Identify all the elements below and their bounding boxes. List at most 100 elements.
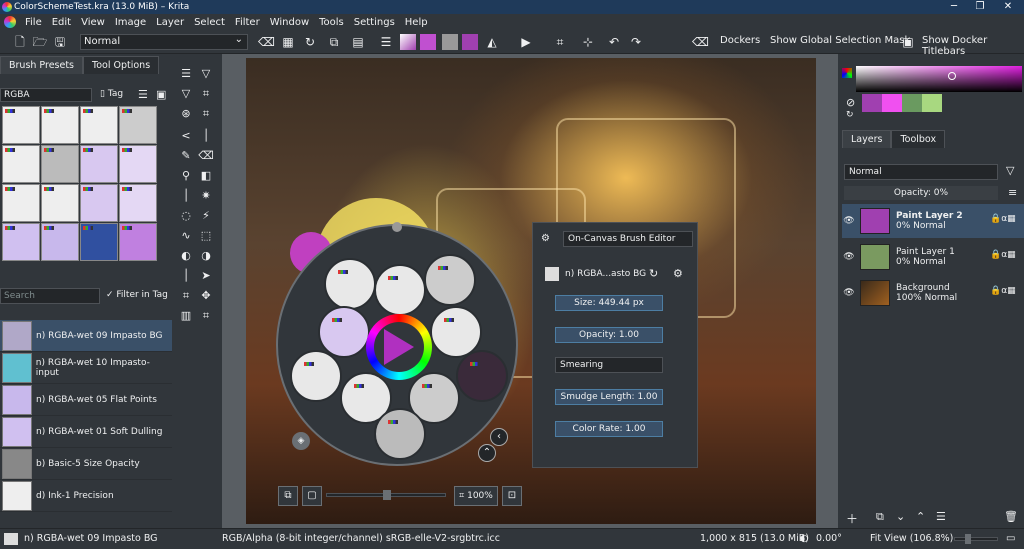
layer-row[interactable]: 👁 Paint Layer 2 0% Normal 🔒α▦	[842, 204, 1024, 238]
crop-icon[interactable]: ⌗	[552, 34, 568, 50]
layer-filter-icon[interactable]: ▽	[1006, 164, 1014, 177]
status-fit-view[interactable]: Fit View (106.8%)	[870, 529, 953, 549]
preset-options-icon[interactable]: ⚙	[673, 267, 683, 280]
ellipse-select-icon[interactable]: ◌	[178, 208, 194, 224]
tab-layers[interactable]: Layers	[842, 130, 892, 148]
brush-settings-icon[interactable]: ☰	[378, 34, 394, 50]
blend-mode-select[interactable]: Normal	[80, 33, 248, 50]
list-item[interactable]: n) RGBA-wet 01 Soft Dulling	[0, 416, 172, 448]
pointer-icon[interactable]: ➤	[198, 268, 214, 284]
color-selector-icon[interactable]	[842, 68, 852, 78]
redo-icon[interactable]: ↷	[628, 34, 644, 50]
layer-opacity-slider[interactable]: Opacity: 0%	[844, 186, 998, 200]
brush-preset-icon[interactable]	[400, 34, 416, 50]
lock-icon[interactable]: 🔒α▦	[990, 286, 1016, 296]
color-cursor-icon[interactable]	[948, 72, 956, 80]
palette-brush-slot[interactable]	[374, 264, 426, 316]
new-document-icon[interactable]: 🗋	[12, 34, 28, 50]
preset-thumb[interactable]	[41, 106, 79, 144]
preset-thumb[interactable]	[80, 145, 118, 183]
contiguous-select-icon[interactable]: ◐	[178, 248, 194, 264]
menu-help[interactable]: Help	[400, 17, 433, 28]
maximize-icon[interactable]: ❐	[966, 0, 994, 14]
preset-thumb[interactable]	[119, 223, 157, 261]
similar-select-icon[interactable]: ◑	[198, 248, 214, 264]
menu-select[interactable]: Select	[189, 17, 230, 28]
palette-brush-slot[interactable]	[424, 254, 476, 306]
color-triangle[interactable]	[384, 329, 414, 365]
preset-thumb[interactable]	[80, 184, 118, 222]
preset-thumb[interactable]	[119, 184, 157, 222]
lock-icon[interactable]: 🔒α▦	[990, 250, 1016, 260]
reload-preset-icon[interactable]: ↻	[649, 267, 658, 280]
dockers-button[interactable]: Dockers	[720, 35, 760, 46]
filter-in-tag-checkbox[interactable]: ✓ Filter in Tag	[106, 290, 168, 300]
lasso-icon[interactable]: ∿	[178, 228, 194, 244]
preset-thumb[interactable]	[119, 106, 157, 144]
palette-handle-icon[interactable]	[392, 222, 402, 232]
color-wheel[interactable]	[366, 314, 432, 380]
palette-brush-slot[interactable]	[324, 258, 376, 310]
list-item[interactable]: n) RGBA-wet 09 Impasto BG	[0, 320, 172, 352]
reload-preset-icon[interactable]: ↻	[302, 34, 318, 50]
preset-thumb[interactable]	[41, 145, 79, 183]
menu-layer[interactable]: Layer	[151, 17, 189, 28]
palette-brush-slot[interactable]	[290, 350, 342, 402]
editor-settings-icon[interactable]: ⚙	[541, 233, 550, 244]
reset-colors-icon[interactable]: ↻	[846, 110, 854, 120]
zoom-slider[interactable]	[326, 490, 446, 500]
move-down-icon[interactable]: ⌄	[896, 510, 905, 523]
paste-icon[interactable]: ▤	[350, 34, 366, 50]
palette-brush-slot[interactable]	[318, 306, 370, 358]
minimize-icon[interactable]: ─	[940, 0, 968, 14]
eraser-icon[interactable]: ⌫	[198, 148, 214, 164]
recent-color-swatch[interactable]	[882, 94, 902, 112]
preset-thumb[interactable]	[119, 145, 157, 183]
preserve-alpha-icon[interactable]: ▦	[280, 34, 296, 50]
tag-selector-icon[interactable]: ◈	[292, 432, 310, 450]
recent-color-swatch[interactable]	[922, 94, 942, 112]
mirror-horizontal-icon[interactable]: ◭	[484, 34, 500, 50]
clear-icon[interactable]: ⌫	[692, 34, 709, 50]
assistant-icon[interactable]: ✷	[198, 188, 214, 204]
measure-icon[interactable]: │	[178, 188, 194, 204]
tab-brush-presets[interactable]: Brush Presets	[0, 56, 84, 74]
fill-icon[interactable]: ◧	[198, 168, 214, 184]
wrap-around-icon[interactable]: ⊹	[580, 34, 596, 50]
filter-icon[interactable]: ▽	[198, 66, 214, 82]
eye-icon[interactable]: 👁	[842, 288, 856, 298]
palette-brush-slot[interactable]	[374, 408, 426, 460]
gradient-icon[interactable]: ▥	[178, 308, 194, 324]
fullscreen-icon[interactable]: ▭	[1006, 529, 1015, 549]
text-icon[interactable]: ▽	[178, 86, 194, 102]
eyedropper-icon[interactable]: ⚲	[178, 168, 194, 184]
list-item[interactable]: n) RGBA-wet 05 Flat Points	[0, 384, 172, 416]
preset-thumb[interactable]	[2, 106, 40, 144]
menu-edit[interactable]: Edit	[47, 17, 76, 28]
select-shapes-icon[interactable]: ☰	[178, 66, 194, 82]
move-up-icon[interactable]: ⌃	[916, 510, 925, 523]
preset-thumb[interactable]	[80, 106, 118, 144]
zoom-reset-button[interactable]: ⌗ 100%	[454, 486, 498, 506]
copy-icon[interactable]: ⧉	[326, 34, 342, 50]
zoom-slider-handle[interactable]	[383, 490, 391, 500]
foreground-color-icon[interactable]	[442, 34, 458, 50]
list-view-icon[interactable]: ☰	[138, 88, 148, 101]
chevron-icon[interactable]: <	[178, 128, 194, 144]
magic-wand-icon[interactable]: ⚡	[198, 208, 214, 224]
preset-options-icon[interactable]: ▣	[156, 88, 166, 101]
preset-filter-select[interactable]: RGBA	[0, 88, 92, 102]
preset-thumb[interactable]	[80, 223, 118, 261]
delete-layer-icon[interactable]: 🗑	[1004, 510, 1018, 523]
collapse-editor-icon[interactable]: ‹	[490, 428, 508, 446]
move-icon[interactable]: ✥	[198, 288, 214, 304]
size-slider[interactable]: Size: 449.44 px	[555, 295, 663, 311]
add-layer-icon[interactable]: ＋	[846, 510, 858, 527]
smudge-mode-select[interactable]: Smearing	[555, 357, 663, 373]
tab-tool-options[interactable]: Tool Options	[83, 56, 160, 74]
preset-thumb[interactable]	[2, 145, 40, 183]
menu-filter[interactable]: Filter	[230, 17, 265, 28]
preset-thumb[interactable]	[41, 184, 79, 222]
calligraphy-icon[interactable]: ⌗	[198, 106, 214, 122]
menu-image[interactable]: Image	[110, 17, 151, 28]
